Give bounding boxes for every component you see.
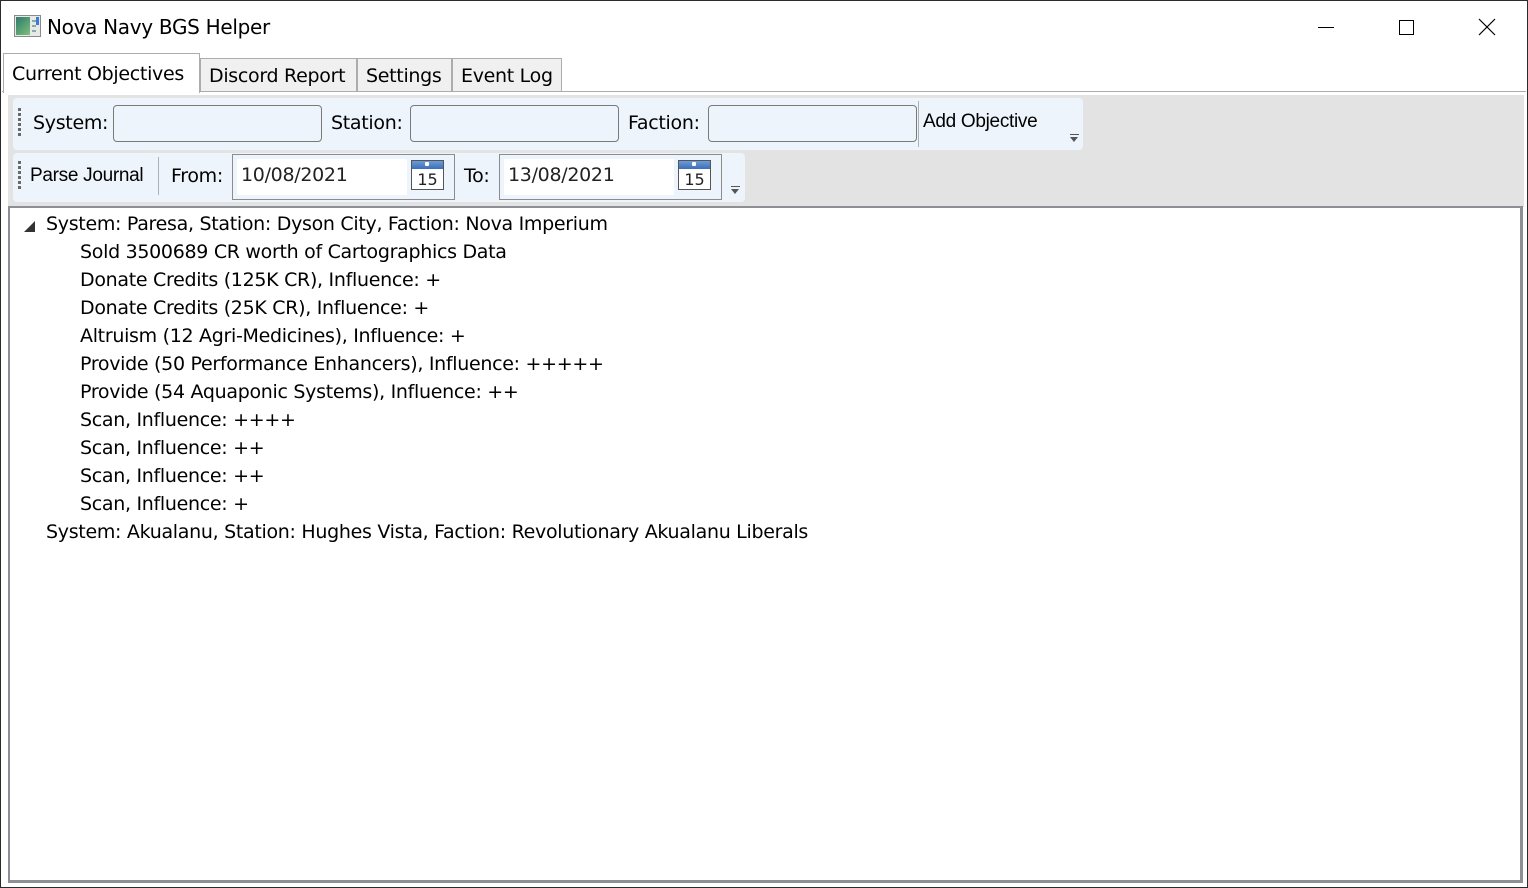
tree-child-item[interactable]: Donate Credits (25K CR), Influence: + [80,297,429,319]
overflow-icon [731,189,739,194]
tab-content-border [2,91,1526,92]
overflow-icon [1070,137,1078,142]
minimize-icon [1318,26,1334,28]
from-date-picker[interactable]: 10/08/2021 15 [232,154,455,200]
tree-node-system[interactable]: System: Akualanu, Station: Hughes Vista,… [46,521,808,543]
objective-toolbar: System: Station: Faction: Add Objective [13,98,1083,150]
calendar-button[interactable]: 15 [678,160,711,190]
faction-label: Faction: [628,112,700,134]
toolbar-separator [918,101,919,147]
calendar-button[interactable]: 15 [411,160,444,190]
tree-child-item[interactable]: Scan, Influence: + [80,493,249,515]
to-date-input[interactable]: 13/08/2021 [504,159,674,195]
from-label: From: [171,165,223,187]
tree-child-item[interactable]: Scan, Influence: ++ [80,465,265,487]
system-label: System: [33,112,109,134]
close-button[interactable] [1447,1,1527,53]
maximize-button[interactable] [1366,1,1446,53]
toolbar-grip[interactable] [18,161,22,189]
tree-child-item[interactable]: Provide (50 Performance Enhancers), Infl… [80,353,604,375]
maximize-icon [1398,19,1414,35]
title-bar[interactable]: Nova Navy BGS Helper [1,1,1527,53]
tree-child-item[interactable]: Scan, Influence: ++ [80,437,265,459]
app-window: Nova Navy BGS Helper Current Objectives … [0,0,1528,888]
system-input[interactable] [113,105,322,142]
parse-journal-button[interactable]: Parse Journal [30,165,144,187]
tree-child-item[interactable]: Scan, Influence: ++++ [80,409,296,431]
toolbar-tray: System: Station: Faction: Add Objective … [8,95,1524,207]
collapse-arrow-icon[interactable] [24,221,35,232]
toolbar-overflow-button[interactable] [730,186,740,196]
tab-label: Discord Report [209,64,346,87]
tree-child-item[interactable]: Provide (54 Aquaponic Systems), Influenc… [80,381,519,403]
journal-toolbar: Parse Journal From: 10/08/2021 15 To: 13… [13,153,745,202]
toolbar-overflow-button[interactable] [1069,134,1079,144]
add-objective-button[interactable]: Add Objective [923,111,1038,133]
to-date-picker[interactable]: 13/08/2021 15 [499,154,722,200]
toolbar-grip[interactable] [18,108,22,136]
tab-strip: Current Objectives Discord Report Settin… [1,53,1527,93]
toolbar-separator [158,157,159,195]
objectives-tree[interactable]: System: Paresa, Station: Dyson City, Fac… [8,206,1523,883]
tab-current-objectives[interactable]: Current Objectives [3,53,200,93]
tab-label: Current Objectives [12,62,184,85]
tab-label: Settings [366,64,442,87]
tab-event-log[interactable]: Event Log [452,58,562,92]
tree-node-system[interactable]: System: Paresa, Station: Dyson City, Fac… [46,213,608,235]
tab-label: Event Log [461,64,553,87]
tree-child-item[interactable]: Altruism (12 Agri-Medicines), Influence:… [80,325,466,347]
to-label: To: [464,165,490,187]
close-icon [1478,18,1496,36]
tab-discord-report[interactable]: Discord Report [200,58,357,92]
tree-child-item[interactable]: Sold 3500689 CR worth of Cartographics D… [80,241,507,263]
tree-child-item[interactable]: Donate Credits (125K CR), Influence: + [80,269,441,291]
from-date-input[interactable]: 10/08/2021 [237,159,407,195]
tab-settings[interactable]: Settings [357,58,452,92]
faction-input[interactable] [708,105,917,142]
window-title: Nova Navy BGS Helper [47,15,270,39]
station-label: Station: [331,112,403,134]
station-input[interactable] [410,105,619,142]
minimize-button[interactable] [1286,1,1366,53]
app-icon [14,15,41,37]
